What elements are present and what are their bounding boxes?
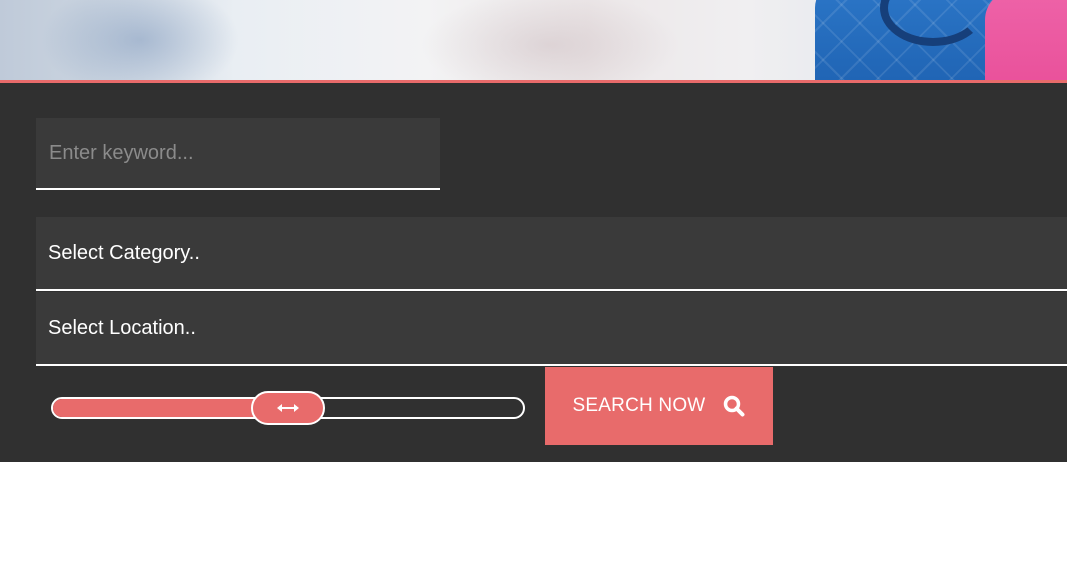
search-now-button[interactable]: SEARCH NOW <box>545 367 773 445</box>
location-select[interactable]: Select Location.. <box>36 292 1067 366</box>
search-icon <box>723 395 745 417</box>
range-slider[interactable] <box>51 391 525 425</box>
category-select[interactable]: Select Category.. <box>36 217 1067 291</box>
search-panel: Select Category.. Select Location.. SEAR… <box>0 83 1067 462</box>
hero-blur-left <box>40 0 240 80</box>
hero-pink-bag <box>985 0 1067 80</box>
category-select-label: Select Category.. <box>48 241 200 264</box>
hero-banner-image <box>0 0 1067 80</box>
horizontal-arrows-icon <box>277 404 299 412</box>
hero-blur-center <box>420 0 680 80</box>
location-select-label: Select Location.. <box>48 316 196 339</box>
search-now-label: SEARCH NOW <box>572 395 706 416</box>
keyword-input[interactable] <box>36 118 440 190</box>
range-slider-handle[interactable] <box>251 391 325 425</box>
